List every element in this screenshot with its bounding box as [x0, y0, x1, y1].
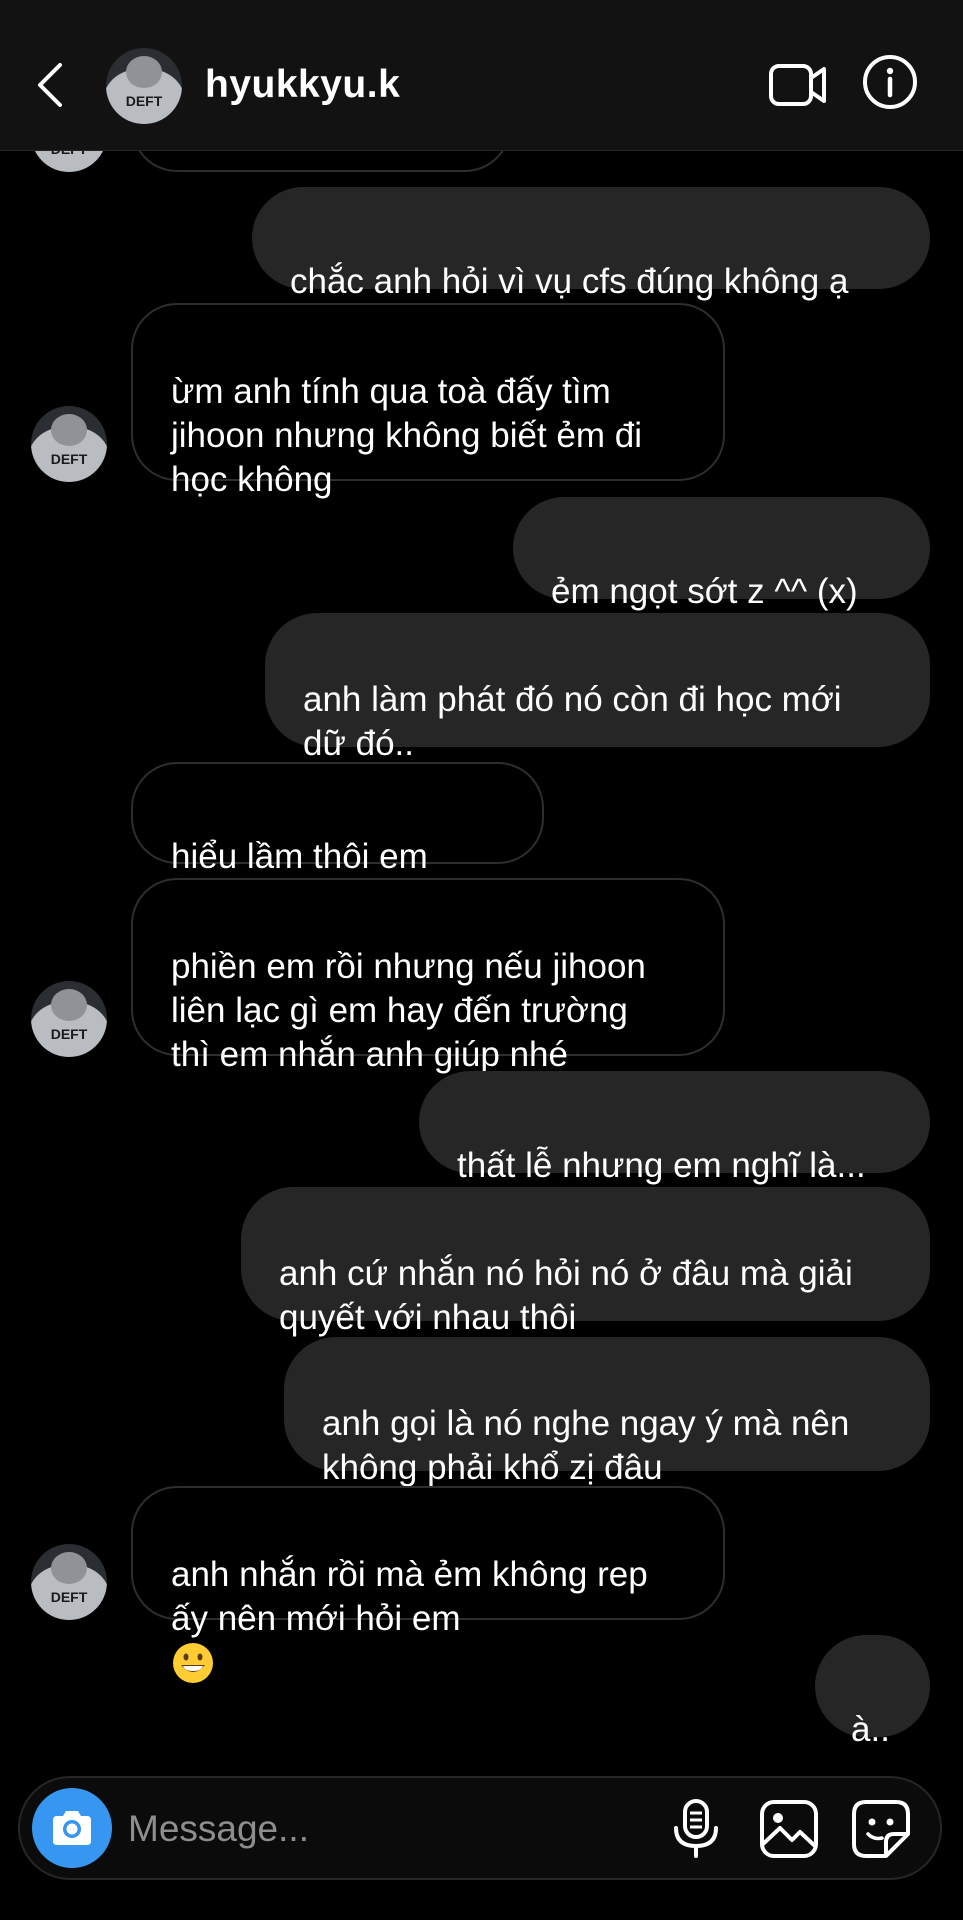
message-bubble-incoming[interactable]: hiểu lầm thôi em: [131, 762, 544, 921]
message-bubble-outgoing[interactable]: à..: [815, 1635, 930, 1749]
message-text: ẻm ngọt sớt z ^^ (x): [551, 572, 858, 611]
message-text: anh gọi là nó nghe ngay ý mà nên không p…: [322, 1404, 850, 1487]
message-bubble-outgoing[interactable]: ẻm ngọt sớt z ^^ (x): [513, 497, 930, 611]
message-composer: [18, 1776, 942, 1880]
avatar[interactable]: DEFT: [31, 406, 107, 482]
avatar[interactable]: DEFT: [31, 981, 107, 1057]
avatar-caption: DEFT: [51, 1026, 88, 1042]
gallery-button[interactable]: [758, 1798, 820, 1860]
camera-icon: [53, 1811, 91, 1845]
message-bubble-outgoing[interactable]: anh cứ nhắn nó hỏi nó ở đâu mà giải quyế…: [241, 1187, 930, 1337]
message-text: anh nhắn rồi mà ẻm không rep ấy nên mới …: [171, 1555, 648, 1638]
avatar-caption: DEFT: [51, 451, 88, 467]
message-text: hiểu lầm thôi em: [171, 837, 428, 876]
message-bubble-incoming[interactable]: anh nhắn rồi mà ẻm không rep ấy nên mới …: [131, 1486, 725, 1683]
chat-header: DEFT hyukkyu.k: [0, 0, 963, 151]
conversation-title[interactable]: hyukkyu.k: [205, 60, 400, 110]
grin-emoji-icon: [173, 1643, 213, 1683]
voice-message-button[interactable]: [668, 1798, 724, 1860]
image-icon: [760, 1800, 818, 1858]
message-bubble-outgoing[interactable]: anh gọi là nó nghe ngay ý mà nên không p…: [284, 1337, 930, 1532]
message-input[interactable]: [126, 1798, 550, 1860]
avatar[interactable]: DEFT: [31, 1544, 107, 1620]
message-bubble-incoming[interactable]: phiền em rồi nhưng nếu jihoon liên lạc g…: [131, 878, 725, 1074]
chevron-left-icon: [38, 63, 62, 107]
camera-button[interactable]: [32, 1788, 112, 1868]
back-button[interactable]: [30, 55, 70, 115]
message-text: phiền em rồi nhưng nếu jihoon liên lạc g…: [171, 947, 646, 1074]
message-bubble-outgoing[interactable]: anh làm phát đó nó còn đi học mới dữ đó.…: [265, 613, 930, 763]
message-text: anh làm phát đó nó còn đi học mới dữ đó.…: [303, 680, 842, 763]
message-text: à..: [851, 1710, 890, 1749]
sticker-button[interactable]: [850, 1798, 912, 1860]
info-button[interactable]: [862, 54, 918, 110]
message-bubble-incoming[interactable]: ừm anh tính qua toà đấy tìm jihoon nhưng…: [131, 303, 725, 499]
message-text: thất lễ nhưng em nghĩ là...: [457, 1146, 866, 1185]
message-text: ừm anh tính qua toà đấy tìm jihoon nhưng…: [171, 372, 642, 499]
video-camera-icon: [769, 64, 826, 106]
avatar-caption: DEFT: [126, 93, 163, 109]
video-call-button[interactable]: [768, 58, 828, 112]
message-text: chắc anh hỏi vì vụ cfs đúng không ạ: [290, 262, 849, 301]
microphone-icon: [674, 1799, 718, 1858]
message-text: anh cứ nhắn nó hỏi nó ở đâu mà giải quyế…: [279, 1254, 853, 1337]
message-bubble-outgoing[interactable]: chắc anh hỏi vì vụ cfs đúng không ạ: [252, 187, 930, 301]
avatar-caption: DEFT: [51, 1589, 88, 1605]
avatar[interactable]: DEFT: [106, 48, 182, 124]
info-icon: [863, 55, 917, 109]
sticker-icon: [852, 1800, 910, 1858]
message-bubble-outgoing[interactable]: thất lễ nhưng em nghĩ là...: [419, 1071, 930, 1185]
